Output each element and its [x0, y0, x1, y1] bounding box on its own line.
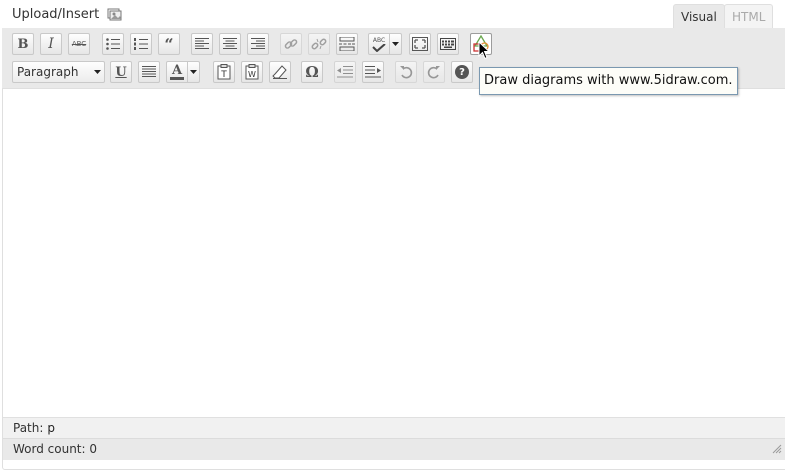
link-icon	[284, 39, 298, 49]
text-color-swatch	[170, 76, 184, 80]
paste-word-icon: W	[248, 70, 256, 79]
bold-button[interactable]: B	[12, 33, 34, 55]
align-center-icon	[223, 38, 237, 49]
italic-icon: I	[48, 36, 54, 52]
resize-handle-icon[interactable]	[770, 442, 782, 457]
justify-button[interactable]	[138, 61, 160, 83]
underline-button[interactable]: U	[110, 61, 132, 83]
omega-icon: Ω	[305, 63, 319, 81]
eraser-icon	[272, 65, 287, 79]
bullet-list-icon	[106, 38, 120, 50]
numbered-list-icon	[134, 38, 148, 50]
clipboard-icon: W	[245, 64, 259, 80]
redo-icon	[427, 66, 440, 79]
strikethrough-icon: ABC	[71, 40, 87, 48]
indent-icon	[365, 66, 381, 78]
italic-button[interactable]: I	[40, 33, 62, 55]
kitchen-sink-button[interactable]	[437, 33, 459, 55]
numbered-list-button[interactable]	[130, 33, 152, 55]
path-bar: Path: p	[3, 417, 785, 438]
path-label: Path:	[13, 421, 44, 435]
unlink-button[interactable]	[308, 33, 330, 55]
strikethrough-button[interactable]: ABC	[68, 33, 90, 55]
underline-icon: U	[115, 64, 127, 80]
kitchen-sink-icon	[440, 38, 456, 50]
chevron-down-icon	[392, 42, 399, 46]
insert-more-button[interactable]	[336, 33, 358, 55]
insert-link-button[interactable]	[280, 33, 302, 55]
align-left-button[interactable]	[191, 33, 213, 55]
indent-button[interactable]	[362, 61, 384, 83]
upload-insert-bar: Upload/Insert	[12, 5, 123, 23]
paste-text-button[interactable]: T	[213, 61, 235, 83]
tab-visual[interactable]: Visual	[673, 4, 725, 29]
outdent-button[interactable]	[334, 61, 356, 83]
undo-icon	[400, 66, 413, 79]
word-count: Word count: 0	[13, 442, 98, 456]
path-element-p[interactable]: p	[47, 421, 55, 435]
more-tag-icon	[339, 37, 355, 51]
justify-icon	[142, 66, 156, 77]
redo-button[interactable]	[423, 61, 445, 83]
align-left-icon	[195, 38, 209, 49]
clipboard-icon: T	[217, 64, 231, 80]
spellcheck-label: ABC	[372, 36, 386, 44]
spellcheck-language-dropdown[interactable]	[390, 33, 402, 55]
text-color-icon: A	[171, 62, 183, 78]
text-color-dropdown[interactable]	[188, 61, 200, 83]
bold-icon: B	[17, 36, 29, 52]
special-character-button[interactable]: Ω	[301, 61, 323, 83]
paste-text-icon: T	[220, 70, 227, 80]
chevron-down-icon	[90, 70, 104, 74]
blockquote-button[interactable]: “	[158, 33, 180, 55]
diagram-tooltip: Draw diagrams with www.5idraw.com.	[479, 67, 738, 95]
bullet-list-button[interactable]	[102, 33, 124, 55]
help-icon: ?	[455, 65, 469, 79]
help-glyph: ?	[459, 66, 465, 78]
upload-insert-label: Upload/Insert	[12, 6, 100, 22]
media-icon[interactable]	[107, 7, 123, 21]
remove-format-button[interactable]	[269, 61, 291, 83]
text-color-button[interactable]: A	[166, 61, 188, 83]
paste-word-button[interactable]: W	[241, 61, 263, 83]
tab-html[interactable]: HTML	[724, 4, 774, 29]
fullscreen-button[interactable]	[409, 33, 431, 55]
blockquote-icon: “	[164, 34, 174, 54]
editor-content-area[interactable]	[3, 89, 785, 416]
spellcheck-button[interactable]: ABC	[368, 33, 390, 55]
align-center-button[interactable]	[219, 33, 241, 55]
status-bar: Word count: 0	[3, 438, 785, 460]
format-select-value: Paragraph	[17, 65, 79, 79]
fullscreen-icon	[412, 37, 428, 51]
align-right-icon	[251, 38, 265, 49]
align-right-button[interactable]	[247, 33, 269, 55]
chevron-down-icon	[190, 70, 197, 74]
mouse-cursor-icon	[478, 41, 490, 60]
undo-button[interactable]	[395, 61, 417, 83]
spellcheck-icon	[372, 43, 386, 52]
outdent-icon	[337, 66, 353, 78]
help-button[interactable]: ?	[451, 61, 473, 83]
unlink-icon	[311, 38, 327, 50]
format-select[interactable]: Paragraph	[12, 61, 105, 83]
